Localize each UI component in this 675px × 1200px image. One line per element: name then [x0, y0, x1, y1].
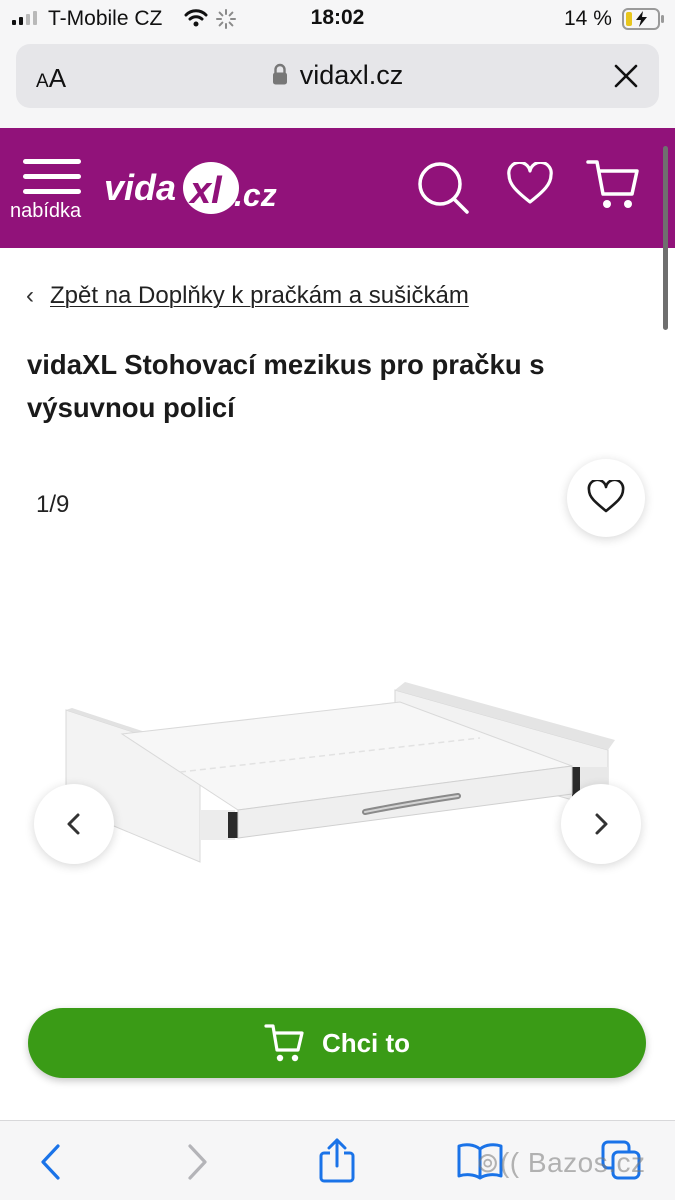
add-to-cart-button[interactable]: Chci to: [28, 1008, 646, 1078]
status-bar: T-Mobile CZ 18:02 14 %: [0, 0, 675, 38]
browser-address-area: AA vidaxl.cz: [0, 38, 675, 128]
chevron-left-icon: [67, 813, 80, 835]
url-domain: vidaxl.cz: [299, 60, 404, 90]
battery-charging-icon: [622, 8, 664, 30]
svg-text:.cz: .cz: [234, 177, 277, 213]
site-header: nabídka vida xl .cz: [0, 128, 675, 248]
chevron-right-icon: [595, 813, 608, 835]
menu-label: nabídka: [10, 200, 82, 222]
address-bar[interactable]: AA vidaxl.cz: [16, 44, 659, 108]
breadcrumb-back-link[interactable]: Zpět na Doplňky k pračkám a sušičkám: [50, 282, 469, 309]
breadcrumb[interactable]: ‹ Zpět na Doplňky k pračkám a sušičkám: [26, 282, 469, 310]
share-icon[interactable]: [318, 1137, 356, 1183]
product-image[interactable]: [60, 672, 615, 867]
watermark: ⊚(( Bazos.cz: [476, 1147, 646, 1178]
close-icon[interactable]: [611, 61, 641, 91]
menu-button[interactable]: nabídka: [10, 154, 98, 230]
gallery-prev-button[interactable]: [34, 784, 114, 864]
cart-icon: [264, 1024, 304, 1062]
cart-icon[interactable]: [586, 158, 642, 212]
lock-icon: [272, 63, 287, 85]
svg-text:xl: xl: [188, 170, 223, 212]
forward-arrow-icon[interactable]: [184, 1143, 210, 1181]
back-arrow-icon[interactable]: [38, 1143, 64, 1181]
search-icon[interactable]: [414, 158, 472, 216]
svg-text:vida: vida: [104, 167, 176, 208]
battery-percent: 14 %: [564, 7, 612, 30]
add-to-cart-label: Chci to: [321, 1027, 411, 1058]
heart-icon[interactable]: [506, 162, 554, 206]
page-scrollbar[interactable]: [663, 146, 668, 330]
product-title: vidaXL Stohovací mezikus pro pračku s vý…: [27, 349, 545, 423]
add-to-wishlist-button[interactable]: [567, 459, 645, 537]
gallery-counter: 1/9: [36, 491, 70, 518]
heart-outline-icon: [587, 480, 625, 513]
gallery-next-button[interactable]: [561, 784, 641, 864]
hamburger-menu-icon: [23, 159, 81, 194]
chevron-left-icon: ‹: [26, 282, 34, 309]
vidaxl-logo[interactable]: vida xl .cz: [104, 148, 289, 218]
url-display[interactable]: vidaxl.cz: [16, 60, 659, 91]
